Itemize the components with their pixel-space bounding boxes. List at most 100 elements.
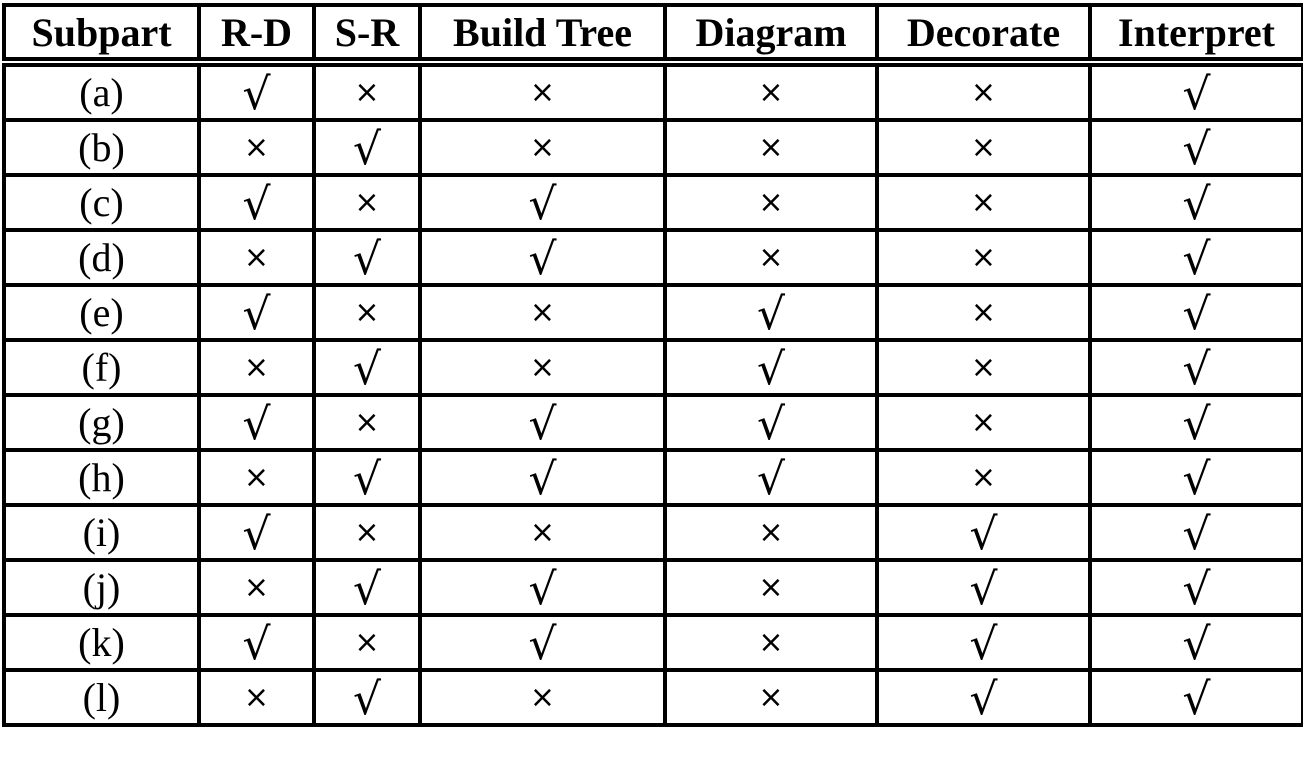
cross-icon: × — [243, 349, 270, 385]
cross-icon: × — [758, 239, 784, 275]
cross-icon: × — [354, 184, 380, 220]
check-icon: √ — [352, 673, 382, 725]
check-icon: √ — [242, 178, 271, 230]
cell-interpret: √ — [1088, 558, 1303, 617]
cell-diagram: √ — [663, 283, 879, 342]
cell-diagram: × — [663, 668, 879, 727]
cell-r-d: × — [197, 228, 316, 287]
check-icon: √ — [528, 398, 557, 450]
table-row: (k) √ × √ × √ √ — [2, 613, 1303, 672]
check-icon: √ — [1182, 343, 1211, 395]
cell-build-tree: × — [418, 503, 667, 562]
cell-r-d: √ — [197, 63, 316, 122]
cell-build-tree: √ — [418, 558, 667, 617]
cell-r-d: √ — [197, 173, 316, 232]
cross-icon: × — [758, 74, 784, 110]
cell-build-tree: × — [418, 63, 667, 122]
cell-diagram: √ — [663, 393, 879, 452]
cross-icon: × — [529, 514, 556, 550]
cross-icon: × — [970, 184, 997, 220]
table-row: (b) × √ × × × √ — [2, 118, 1303, 177]
cell-r-d: √ — [197, 503, 316, 562]
subpart-cell: (e) — [2, 283, 201, 342]
check-icon: √ — [756, 453, 786, 505]
cell-s-r: √ — [312, 338, 422, 397]
cross-icon: × — [758, 514, 784, 550]
check-icon: √ — [528, 618, 557, 670]
cell-decorate: × — [875, 228, 1092, 287]
check-icon: √ — [1182, 563, 1211, 615]
header-row: Subpart R-D S-R Build Tree Diagram Decor… — [2, 3, 1303, 61]
check-icon: √ — [1182, 618, 1211, 670]
cell-diagram: × — [663, 118, 879, 177]
cell-s-r: × — [312, 63, 422, 122]
cross-icon: × — [354, 624, 380, 660]
check-icon: √ — [756, 288, 786, 340]
cell-s-r: √ — [312, 668, 422, 727]
cell-r-d: × — [197, 118, 316, 177]
cell-s-r: √ — [312, 448, 422, 507]
check-icon: √ — [1182, 398, 1211, 450]
check-icon: √ — [756, 398, 786, 450]
check-icon: √ — [352, 123, 382, 175]
table-row: (g) √ × √ √ × √ — [2, 393, 1303, 452]
cell-build-tree: × — [418, 283, 667, 342]
cross-icon: × — [758, 569, 784, 605]
check-icon: √ — [1182, 123, 1211, 175]
table-row: (e) √ × × √ × √ — [2, 283, 1303, 342]
subpart-cell: (j) — [2, 558, 201, 617]
cell-r-d: √ — [197, 393, 316, 452]
table-row: (i) √ × × × √ √ — [2, 503, 1303, 562]
subpart-cell: (b) — [2, 118, 201, 177]
cell-s-r: × — [312, 173, 422, 232]
cross-icon: × — [970, 74, 997, 110]
check-icon: √ — [1182, 508, 1211, 560]
table-row: (j) × √ √ × √ √ — [2, 558, 1303, 617]
subpart-cell: (l) — [2, 668, 201, 727]
cell-decorate: √ — [875, 613, 1092, 672]
cross-icon: × — [354, 294, 380, 330]
cross-icon: × — [354, 404, 380, 440]
cross-icon: × — [529, 349, 556, 385]
feature-matrix-table: Subpart R-D S-R Build Tree Diagram Decor… — [2, 3, 1303, 727]
header-decorate: Decorate — [875, 3, 1092, 61]
cell-s-r: × — [312, 613, 422, 672]
check-icon: √ — [528, 563, 557, 615]
cell-s-r: √ — [312, 118, 422, 177]
subpart-cell: (h) — [2, 448, 201, 507]
table-row: (c) √ × √ × × √ — [2, 173, 1303, 232]
header-subpart: Subpart — [2, 3, 201, 61]
header-build-tree: Build Tree — [418, 3, 667, 61]
header-diagram: Diagram — [663, 3, 879, 61]
cross-icon: × — [758, 679, 784, 715]
cell-decorate: × — [875, 448, 1092, 507]
check-icon: √ — [969, 508, 998, 560]
cross-icon: × — [243, 459, 270, 495]
cell-decorate: × — [875, 393, 1092, 452]
cell-decorate: × — [875, 118, 1092, 177]
cell-decorate: √ — [875, 668, 1092, 727]
check-icon: √ — [969, 673, 998, 725]
cross-icon: × — [529, 74, 556, 110]
cell-diagram: × — [663, 558, 879, 617]
cell-diagram: √ — [663, 338, 879, 397]
cell-s-r: √ — [312, 558, 422, 617]
cross-icon: × — [529, 294, 556, 330]
check-icon: √ — [1182, 178, 1211, 230]
subpart-cell: (d) — [2, 228, 201, 287]
check-icon: √ — [756, 343, 786, 395]
cell-s-r: √ — [312, 228, 422, 287]
cell-diagram: × — [663, 228, 879, 287]
cross-icon: × — [354, 514, 380, 550]
cell-decorate: × — [875, 283, 1092, 342]
check-icon: √ — [352, 453, 382, 505]
cell-s-r: × — [312, 283, 422, 342]
cross-icon: × — [758, 624, 784, 660]
cell-build-tree: × — [418, 118, 667, 177]
cell-interpret: √ — [1088, 448, 1303, 507]
cell-s-r: × — [312, 503, 422, 562]
cell-s-r: × — [312, 393, 422, 452]
subpart-cell: (i) — [2, 503, 201, 562]
check-icon: √ — [242, 618, 271, 670]
check-icon: √ — [1182, 68, 1211, 120]
